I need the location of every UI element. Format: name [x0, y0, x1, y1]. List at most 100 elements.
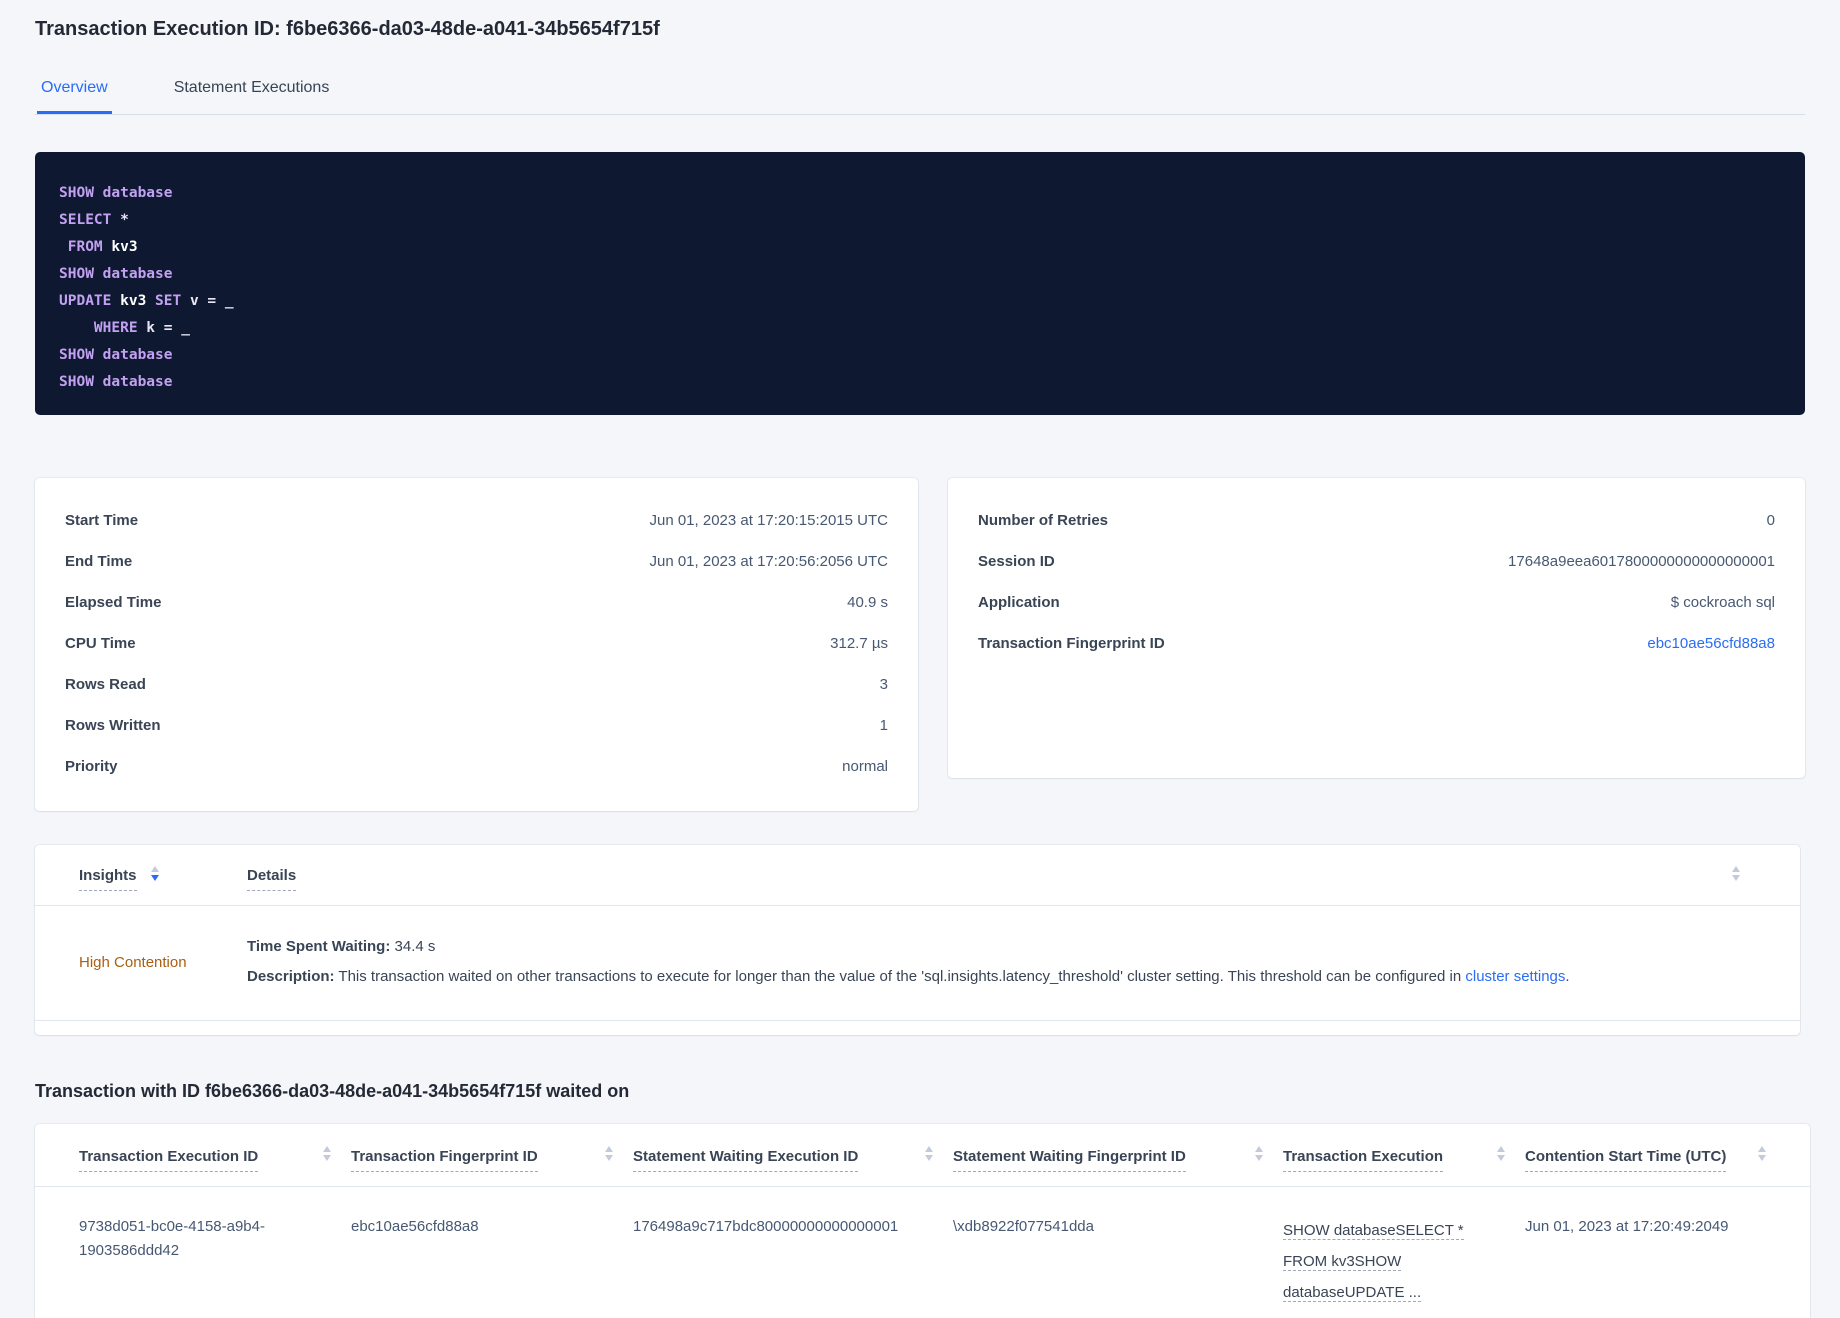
- sql-token: SHOW database: [59, 347, 173, 363]
- sql-token: SET: [146, 293, 182, 309]
- column-sort-header[interactable]: Statement Waiting Fingerprint ID: [953, 1148, 1186, 1172]
- summary-value: 312.7 µs: [830, 635, 888, 652]
- insight-details: Time Spent Waiting: 34.4 s Description: …: [247, 932, 1756, 992]
- time-spent-waiting: Time Spent Waiting: 34.4 s: [247, 932, 1756, 962]
- cell-stmt-waiting-execution-id: 176498a9c717bdc80000000000000001: [633, 1218, 899, 1235]
- column-header-contention-start-time: Contention Start Time (UTC): [1525, 1146, 1766, 1172]
- insights-column-header: Insights: [79, 866, 247, 891]
- summary-label: Priority: [65, 758, 118, 775]
- summary-row-application: Application $ cockroach sql: [978, 582, 1775, 623]
- summary-label: Elapsed Time: [65, 594, 162, 611]
- cell-transaction-execution: SHOW databaseSELECT * FROM kv3SHOW datab…: [1283, 1215, 1473, 1308]
- summary-label: Transaction Fingerprint ID: [978, 635, 1165, 652]
- sql-line: SHOW database: [59, 369, 1781, 396]
- sql-line: SHOW database: [59, 261, 1781, 288]
- sql-token: SHOW database: [59, 374, 173, 390]
- table-row: 9738d051-bc0e-4158-a9b4-1903586ddd42 ebc…: [35, 1187, 1810, 1318]
- waited-on-heading: Transaction with ID f6be6366-da03-48de-a…: [35, 1081, 630, 1101]
- details-sort-header[interactable]: Details: [247, 867, 297, 891]
- sort-icon[interactable]: [150, 866, 159, 882]
- sql-token: k = _: [137, 320, 190, 336]
- tab-overview[interactable]: Overview: [37, 69, 112, 114]
- description-suffix: .: [1565, 968, 1570, 985]
- summary-value: $ cockroach sql: [1670, 594, 1775, 611]
- summary-value: Jun 01, 2023 at 17:20:15:2015 UTC: [649, 512, 888, 529]
- sort-icon[interactable]: [1497, 1146, 1505, 1161]
- summary-row-cpu-time: CPU Time 312.7 µs: [65, 623, 888, 664]
- insights-table-card: Insights Details High Contention Time Sp…: [35, 845, 1800, 1035]
- page-title: Transaction Execution ID: f6be6366-da03-…: [35, 18, 660, 40]
- insights-table-header: Insights Details: [35, 845, 1800, 905]
- sort-icon[interactable]: [605, 1146, 613, 1161]
- sql-token: kv3: [102, 239, 138, 255]
- summary-label: CPU Time: [65, 635, 136, 652]
- summary-row-start-time: Start Time Jun 01, 2023 at 17:20:15:2015…: [65, 500, 888, 541]
- summary-label: Start Time: [65, 512, 139, 529]
- transaction-fingerprint-link[interactable]: ebc10ae56cfd88a8: [1647, 635, 1775, 652]
- column-header-txn-execution-id: Transaction Execution ID: [79, 1146, 331, 1172]
- header-right-sort: [1718, 866, 1740, 885]
- summary-value: 40.9 s: [847, 594, 888, 611]
- sql-token: WHERE: [93, 320, 138, 336]
- sort-icon[interactable]: [925, 1146, 933, 1161]
- cell-txn-fingerprint-id: ebc10ae56cfd88a8: [351, 1218, 479, 1235]
- sql-token: SHOW database: [59, 266, 173, 282]
- summary-row-priority: Priority normal: [65, 746, 888, 787]
- summary-label: Number of Retries: [978, 512, 1109, 529]
- waited-on-table-card: Transaction Execution ID Transaction Fin…: [35, 1124, 1810, 1318]
- tab-statement-executions[interactable]: Statement Executions: [170, 69, 334, 114]
- sql-token: v = _: [181, 293, 234, 309]
- sql-line: FROM kv3: [59, 234, 1781, 261]
- details-column-header: Details: [247, 867, 1718, 891]
- column-header-stmt-waiting-fingerprint-id: Statement Waiting Fingerprint ID: [953, 1146, 1263, 1172]
- summary-card-session: Number of Retries 0 Session ID 17648a9ee…: [948, 478, 1805, 778]
- summary-value: 1: [879, 717, 888, 734]
- summary-row-txn-fingerprint: Transaction Fingerprint ID ebc10ae56cfd8…: [978, 623, 1775, 664]
- insight-row: High Contention Time Spent Waiting: 34.4…: [35, 906, 1800, 1020]
- column-sort-header[interactable]: Transaction Fingerprint ID: [351, 1148, 538, 1172]
- waiting-label: Time Spent Waiting:: [247, 938, 391, 955]
- description-text: This transaction waited on other transac…: [334, 968, 1466, 985]
- sort-icon[interactable]: [323, 1146, 331, 1161]
- summary-label: Rows Read: [65, 676, 146, 693]
- summary-row-rows-written: Rows Written 1: [65, 705, 888, 746]
- summary-row-retries: Number of Retries 0: [978, 500, 1775, 541]
- column-sort-header[interactable]: Transaction Execution ID: [79, 1148, 259, 1172]
- transaction-details-page: Transaction Execution ID: f6be6366-da03-…: [0, 0, 1840, 1318]
- summary-label: Application: [978, 594, 1060, 611]
- sql-line: UPDATE kv3 SET v = _: [59, 288, 1781, 315]
- cell-stmt-waiting-fingerprint-id: \xdb8922f077541dda: [953, 1218, 1094, 1235]
- sql-token: SELECT: [59, 212, 112, 228]
- sort-icon[interactable]: [1732, 866, 1740, 882]
- column-sort-header[interactable]: Contention Start Time (UTC): [1525, 1148, 1727, 1172]
- summary-cards-row: Start Time Jun 01, 2023 at 17:20:15:2015…: [35, 478, 1805, 811]
- summary-row-elapsed-time: Elapsed Time 40.9 s: [65, 582, 888, 623]
- summary-row-end-time: End Time Jun 01, 2023 at 17:20:56:2056 U…: [65, 541, 888, 582]
- sql-token: UPDATE: [59, 293, 112, 309]
- summary-label: Session ID: [978, 553, 1055, 570]
- column-header-transaction-execution: Transaction Execution: [1283, 1146, 1505, 1172]
- sort-icon[interactable]: [1255, 1146, 1263, 1161]
- summary-label: End Time: [65, 553, 133, 570]
- cluster-settings-link[interactable]: cluster settings: [1465, 968, 1565, 985]
- sql-line: SHOW database: [59, 180, 1781, 207]
- summary-value: normal: [842, 758, 888, 775]
- column-sort-header[interactable]: Statement Waiting Execution ID: [633, 1148, 859, 1172]
- sql-line: SHOW database: [59, 342, 1781, 369]
- summary-label: Rows Written: [65, 717, 161, 734]
- column-sort-header[interactable]: Transaction Execution: [1283, 1148, 1444, 1172]
- tab-bar: Overview Statement Executions: [35, 69, 1805, 115]
- sql-line: WHERE k = _: [59, 315, 1781, 342]
- transaction-execution-link[interactable]: SHOW databaseSELECT * FROM kv3SHOW datab…: [1283, 1222, 1464, 1302]
- sql-token: *: [111, 212, 129, 228]
- sort-icon[interactable]: [1758, 1146, 1766, 1161]
- summary-card-times: Start Time Jun 01, 2023 at 17:20:15:2015…: [35, 478, 918, 811]
- sql-token: kv3: [111, 293, 147, 309]
- insights-sort-header[interactable]: Insights: [79, 867, 137, 891]
- waiting-value: 34.4 s: [390, 938, 436, 955]
- sql-line: SELECT *: [59, 207, 1781, 234]
- sql-token: SHOW database: [59, 185, 173, 201]
- summary-value: 0: [1766, 512, 1775, 529]
